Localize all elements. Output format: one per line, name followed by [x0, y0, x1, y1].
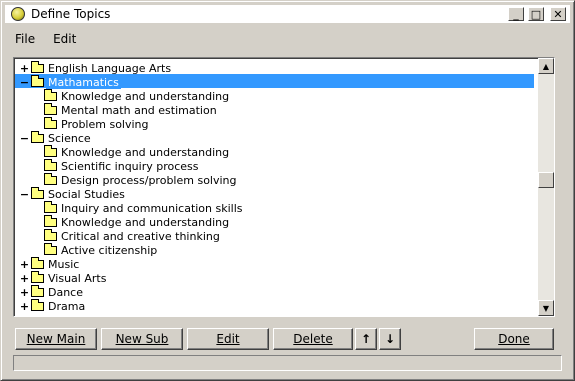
minimize-button[interactable]: _ [508, 7, 524, 21]
folder-icon [44, 215, 57, 227]
tree-subnode[interactable]: Scientific inquiry process [44, 159, 201, 173]
tree-node-label: Dance [48, 285, 83, 299]
topics-tree[interactable]: + English Language Arts − Mathamatics Knowle… [13, 57, 555, 317]
tree-subnode[interactable]: Knowledge and understanding [44, 89, 231, 103]
new-main-label: New Main [26, 332, 86, 346]
move-down-button[interactable]: ↓ [379, 328, 401, 350]
folder-icon [44, 145, 57, 157]
maximize-button[interactable]: □ [528, 7, 544, 21]
tree-node-label: Knowledge and understanding [61, 89, 230, 103]
tree-subnode[interactable]: Active citizenship [44, 243, 159, 257]
title-bar[interactable]: Define Topics _ □ ✕ [5, 5, 570, 23]
delete-label: Delete [293, 332, 333, 346]
tree-node[interactable]: − Social Studies [20, 187, 127, 201]
tree-node-label: Active citizenship [61, 243, 158, 257]
folder-icon [44, 243, 57, 255]
folder-icon [31, 131, 44, 143]
move-up-button[interactable]: ↑ [355, 328, 377, 350]
window-title: Define Topics [31, 7, 111, 21]
scroll-up-button[interactable]: ▲ [538, 58, 554, 74]
tree-node-label: Mathamatics [46, 75, 121, 89]
menu-edit[interactable]: Edit [43, 29, 84, 49]
tree-node-label: Drama [48, 299, 86, 313]
folder-icon [31, 187, 44, 199]
tree-subnode[interactable]: Mental math and estimation [44, 103, 219, 117]
tree-node-label: Knowledge and understanding [61, 145, 230, 159]
arrow-up-icon: ↑ [360, 332, 372, 346]
edit-label: Edit [216, 332, 240, 346]
menu-file[interactable]: File [5, 29, 43, 49]
delete-button[interactable]: Delete [273, 328, 353, 350]
expand-icon[interactable]: + [20, 63, 29, 74]
tree-node-label: English Language Arts [48, 61, 172, 75]
define-topics-window: Define Topics _ □ ✕ File Edit + English L… [0, 0, 575, 381]
tree-node-label: Science [48, 131, 91, 145]
tree-node-label: Scientific inquiry process [61, 159, 199, 173]
folder-icon [44, 229, 57, 241]
edit-button[interactable]: Edit [187, 328, 269, 350]
tree-node[interactable]: + Music [20, 257, 81, 271]
tree-node[interactable]: − Science [20, 131, 93, 145]
expand-icon[interactable]: + [20, 273, 29, 284]
folder-icon [44, 117, 57, 129]
tree-node-label: Inquiry and communication skills [61, 201, 243, 215]
tree-subnode[interactable]: Knowledge and understanding [44, 215, 231, 229]
tree-node-label: Critical and creative thinking [61, 229, 220, 243]
new-sub-label: New Sub [115, 332, 169, 346]
folder-icon [31, 285, 44, 297]
tree-node-label: Social Studies [48, 187, 125, 201]
close-button[interactable]: ✕ [550, 7, 566, 21]
scroll-down-button[interactable]: ▼ [538, 300, 554, 316]
tree-node-label: Visual Arts [48, 271, 107, 285]
collapse-icon[interactable]: − [20, 133, 29, 144]
tree-node[interactable]: + English Language Arts [20, 61, 173, 75]
status-bar [13, 355, 562, 371]
folder-icon [31, 61, 44, 73]
folder-icon [44, 173, 57, 185]
expand-icon[interactable]: + [20, 259, 29, 270]
scroll-thumb[interactable] [538, 172, 554, 188]
tree-node-label: Design process/problem solving [61, 173, 237, 187]
arrow-down-icon: ↓ [384, 332, 396, 346]
tree-node-label: Mental math and estimation [61, 103, 217, 117]
folder-icon [44, 201, 57, 213]
folder-icon [31, 299, 44, 311]
tree-node-label: Problem solving [61, 117, 149, 131]
new-sub-button[interactable]: New Sub [101, 328, 183, 350]
done-button[interactable]: Done [474, 328, 554, 350]
expand-icon[interactable]: + [20, 287, 29, 298]
tree-node[interactable]: + Drama [20, 299, 87, 313]
new-main-button[interactable]: New Main [15, 328, 97, 350]
collapse-icon[interactable]: − [20, 77, 29, 88]
tree-node[interactable]: + Dance [20, 285, 85, 299]
done-label: Done [498, 332, 530, 346]
expand-icon[interactable]: + [20, 301, 29, 312]
tree-subnode[interactable]: Design process/problem solving [44, 173, 239, 187]
folder-icon [44, 89, 57, 101]
tree-node-label: Music [48, 257, 80, 271]
folder-icon [31, 271, 44, 283]
tree-subnode[interactable]: Inquiry and communication skills [44, 201, 245, 215]
tree-subnode[interactable]: Critical and creative thinking [44, 229, 222, 243]
tree-node[interactable]: + Visual Arts [20, 271, 108, 285]
folder-icon [31, 75, 44, 87]
folder-icon [31, 257, 44, 269]
tree-subnode[interactable]: Problem solving [44, 117, 151, 131]
menu-bar: File Edit [5, 29, 84, 49]
folder-icon [44, 103, 57, 115]
tree-subnode[interactable]: Knowledge and understanding [44, 145, 231, 159]
app-icon [11, 7, 25, 21]
folder-icon [44, 159, 57, 171]
tree-node-label: Knowledge and understanding [61, 215, 230, 229]
tree-node[interactable]: − Mathamatics [20, 75, 121, 89]
vertical-scrollbar[interactable]: ▲ ▼ [538, 58, 554, 316]
collapse-icon[interactable]: − [20, 189, 29, 200]
